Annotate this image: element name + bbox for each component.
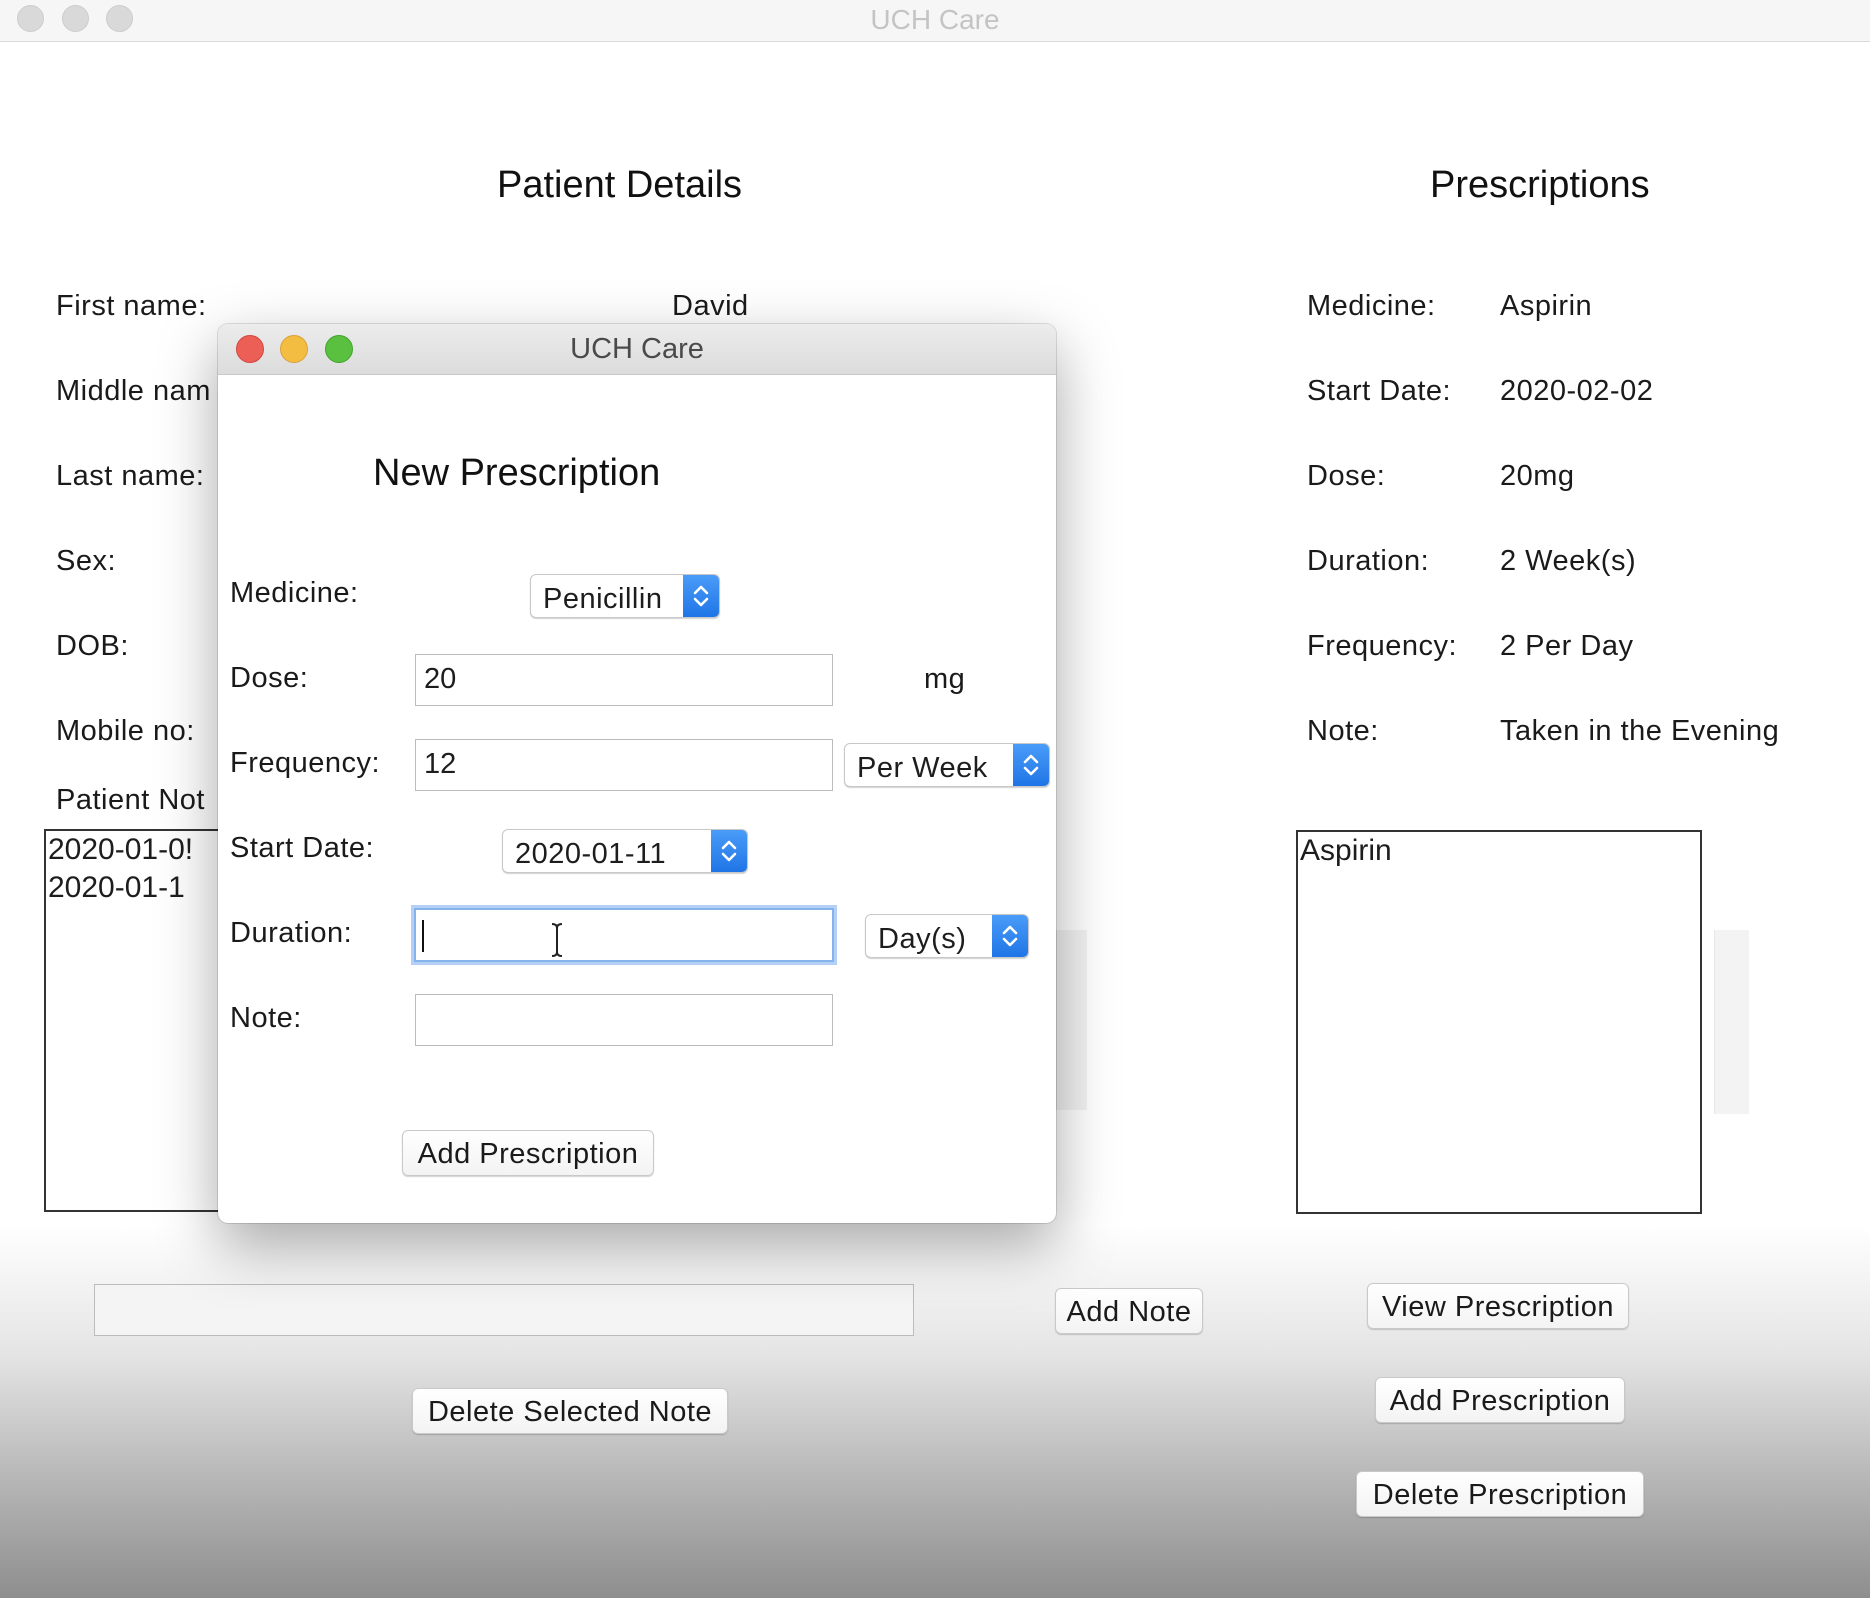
up-down-chevron-icon bbox=[1013, 744, 1049, 786]
prescriptions-heading: Prescriptions bbox=[1430, 164, 1650, 206]
dob-label: DOB: bbox=[56, 630, 129, 662]
note-input[interactable] bbox=[415, 994, 833, 1046]
rx-start-date-label: Start Date: bbox=[1307, 375, 1452, 407]
text-caret bbox=[422, 920, 424, 952]
dose-unit-label: mg bbox=[924, 663, 966, 695]
mobile-label: Mobile no: bbox=[56, 715, 195, 747]
delete-prescription-button[interactable]: Delete Prescription bbox=[1356, 1471, 1644, 1517]
middle-name-label: Middle nam bbox=[56, 375, 211, 407]
dialog-titlebar: UCH Care bbox=[218, 324, 1056, 375]
rx-duration-value: 2 Week(s) bbox=[1500, 545, 1637, 577]
duration-label: Duration: bbox=[230, 917, 353, 949]
add-note-button[interactable]: Add Note bbox=[1055, 1288, 1203, 1334]
up-down-chevron-icon bbox=[992, 915, 1028, 957]
rx-medicine-label: Medicine: bbox=[1307, 290, 1436, 322]
start-date-picker[interactable]: 2020-01-11 bbox=[502, 829, 748, 873]
new-prescription-heading: New Prescription bbox=[373, 452, 661, 494]
rx-dose-label: Dose: bbox=[1307, 460, 1386, 492]
first-name-value: David bbox=[672, 290, 749, 322]
medicine-select-value: Penicillin bbox=[543, 583, 663, 615]
main-titlebar: UCH Care bbox=[0, 0, 1870, 42]
dose-label: Dose: bbox=[230, 662, 309, 694]
rx-dose-value: 20mg bbox=[1500, 460, 1575, 492]
first-name-label: First name: bbox=[56, 290, 207, 322]
dialog-title: UCH Care bbox=[570, 333, 704, 365]
rx-start-date-value: 2020-02-02 bbox=[1500, 375, 1654, 407]
start-date-label: Start Date: bbox=[230, 832, 375, 864]
new-prescription-dialog: UCH Care New Prescription Medicine: Peni… bbox=[218, 324, 1056, 1223]
ibeam-cursor-icon bbox=[549, 922, 565, 966]
patient-details-heading: Patient Details bbox=[497, 164, 743, 206]
prescriptions-scrollbar[interactable] bbox=[1714, 930, 1749, 1114]
rx-medicine-value: Aspirin bbox=[1500, 290, 1593, 322]
duration-input[interactable] bbox=[414, 908, 834, 962]
rx-note-value: Taken in the Evening bbox=[1500, 715, 1780, 747]
rx-frequency-value: 2 Per Day bbox=[1500, 630, 1634, 662]
up-down-chevron-icon bbox=[683, 575, 719, 617]
rx-note-label: Note: bbox=[1307, 715, 1379, 747]
main-window-title: UCH Care bbox=[870, 4, 1000, 35]
dose-input[interactable]: 20 bbox=[415, 654, 833, 706]
notes-scrollbar[interactable] bbox=[1056, 930, 1087, 1110]
last-name-label: Last name: bbox=[56, 460, 205, 492]
rx-duration-label: Duration: bbox=[1307, 545, 1430, 577]
prescriptions-list[interactable]: Aspirin bbox=[1296, 830, 1702, 1214]
frequency-label: Frequency: bbox=[230, 747, 381, 779]
note-label: Note: bbox=[230, 1002, 302, 1034]
medicine-label: Medicine: bbox=[230, 577, 359, 609]
add-prescription-button[interactable]: Add Prescription bbox=[1375, 1377, 1625, 1423]
duration-unit-value: Day(s) bbox=[878, 923, 967, 955]
start-date-value: 2020-01-11 bbox=[515, 838, 667, 870]
submit-prescription-button[interactable]: Add Prescription bbox=[402, 1130, 654, 1176]
frequency-input[interactable]: 12 bbox=[415, 739, 833, 791]
medicine-select[interactable]: Penicillin bbox=[530, 574, 720, 618]
patient-notes-label: Patient Not bbox=[56, 784, 205, 816]
frequency-period-value: Per Week bbox=[857, 752, 988, 784]
up-down-chevron-icon bbox=[711, 830, 747, 872]
frequency-period-select[interactable]: Per Week bbox=[844, 743, 1050, 787]
delete-selected-note-button[interactable]: Delete Selected Note bbox=[412, 1388, 728, 1434]
rx-frequency-label: Frequency: bbox=[1307, 630, 1458, 662]
new-note-input[interactable] bbox=[94, 1284, 914, 1336]
sex-label: Sex: bbox=[56, 545, 117, 577]
view-prescription-button[interactable]: View Prescription bbox=[1367, 1283, 1629, 1329]
duration-unit-select[interactable]: Day(s) bbox=[865, 914, 1029, 958]
list-item[interactable]: Aspirin bbox=[1300, 832, 1698, 870]
